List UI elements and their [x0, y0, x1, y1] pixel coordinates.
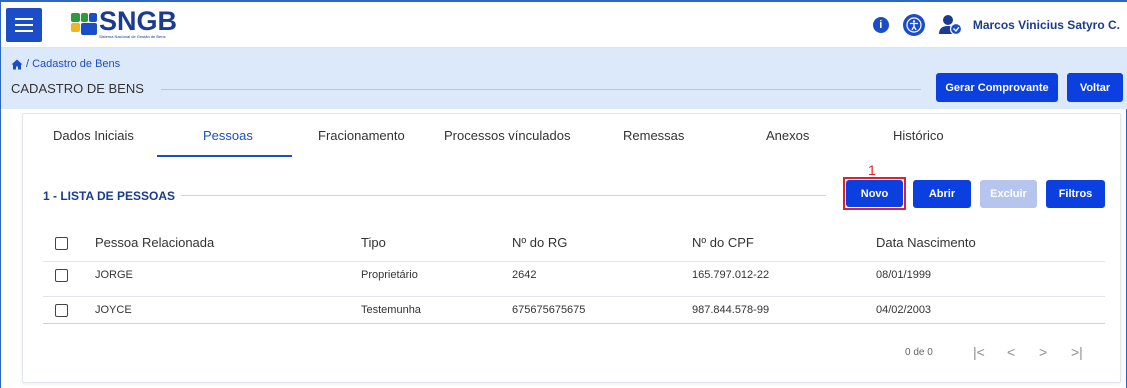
tab-fracionamento[interactable]: Fracionamento — [318, 128, 405, 143]
title-divider — [161, 89, 921, 90]
last-page-button[interactable]: >| — [1071, 344, 1083, 360]
gerar-comprovante-button[interactable]: Gerar Comprovante — [936, 73, 1058, 102]
cell-data-nascimento: 08/01/1999 — [876, 269, 932, 281]
cell-rg: 2642 — [512, 269, 537, 281]
cell-cpf: 987.844.578-99 — [692, 304, 770, 316]
cell-rg: 675675675675 — [512, 304, 586, 316]
menu-icon[interactable] — [6, 8, 42, 42]
annotation-marker: 1 — [868, 162, 876, 178]
next-page-button[interactable]: > — [1039, 344, 1047, 360]
row-checkbox[interactable] — [55, 269, 68, 282]
previous-page-button[interactable]: < — [1007, 344, 1015, 360]
cell-pessoa: JOYCE — [95, 304, 132, 316]
user-avatar-icon[interactable] — [938, 14, 963, 36]
tab-anexos[interactable]: Anexos — [766, 128, 809, 143]
info-icon[interactable]: i — [872, 17, 889, 33]
accessibility-icon[interactable] — [902, 14, 925, 36]
voltar-button[interactable]: Voltar — [1067, 73, 1123, 102]
column-header-cpf[interactable]: Nº do CPF — [692, 235, 754, 250]
first-page-button[interactable]: |< — [973, 344, 985, 360]
user-name[interactable]: Marcos Vinicius Satyro C. — [973, 18, 1120, 32]
breadcrumb-link-cadastro[interactable]: / Cadastro de Bens — [26, 58, 120, 70]
tab-remessas[interactable]: Remessas — [623, 128, 684, 143]
page-title: CADASTRO DE BENS — [11, 81, 144, 96]
logo-title: SNGB — [99, 6, 178, 36]
breadcrumb: / Cadastro de Bens — [11, 58, 120, 70]
home-icon[interactable] — [11, 59, 23, 70]
column-header-data-nascimento[interactable]: Data Nascimento — [876, 235, 976, 250]
excluir-button[interactable]: Excluir — [980, 180, 1037, 208]
cell-data-nascimento: 04/02/2003 — [876, 304, 932, 316]
cell-cpf: 165.797.012-22 — [692, 269, 770, 281]
novo-button[interactable]: Novo — [846, 180, 903, 207]
tab-dados-iniciais[interactable]: Dados Iniciais — [53, 128, 134, 143]
table-header: Pessoa Relacionada Tipo Nº do RG Nº do C… — [43, 229, 1105, 257]
tab-historico[interactable]: Histórico — [893, 128, 944, 143]
page-header: / Cadastro de Bens CADASTRO DE BENS Gera… — [1, 48, 1127, 109]
select-all-checkbox[interactable] — [55, 237, 68, 250]
top-bar: SNGB Sistema Nacional de Gestão de Bens … — [1, 0, 1127, 48]
column-header-rg[interactable]: Nº do RG — [512, 235, 567, 250]
table-row[interactable]: JOYCE Testemunha 675675675675 987.844.57… — [43, 296, 1105, 324]
active-tab-indicator — [157, 155, 292, 157]
logo-mark-icon — [71, 11, 97, 37]
column-header-pessoa[interactable]: Pessoa Relacionada — [95, 235, 214, 250]
section-title: 1 - LISTA DE PESSOAS — [43, 189, 176, 203]
pagination-label: 0 de 0 — [905, 347, 933, 358]
tab-processos-vinculados[interactable]: Processos vínculados — [444, 128, 570, 143]
column-header-tipo[interactable]: Tipo — [361, 235, 386, 250]
cell-pessoa: JORGE — [95, 269, 133, 281]
abrir-button[interactable]: Abrir — [913, 180, 971, 208]
tab-pessoas[interactable]: Pessoas — [203, 128, 253, 143]
table-row[interactable]: JORGE Proprietário 2642 165.797.012-22 0… — [43, 261, 1105, 289]
app-logo[interactable]: SNGB Sistema Nacional de Gestão de Bens — [71, 8, 177, 39]
logo-subtitle: Sistema Nacional de Gestão de Bens — [99, 34, 166, 39]
content-card: Dados Iniciais Pessoas Fracionamento Pro… — [22, 113, 1121, 383]
filtros-button[interactable]: Filtros — [1046, 180, 1105, 208]
row-checkbox[interactable] — [55, 304, 68, 317]
cell-tipo: Testemunha — [361, 304, 421, 316]
cell-tipo: Proprietário — [361, 269, 418, 281]
tab-bar: Dados Iniciais Pessoas Fracionamento Pro… — [23, 114, 1120, 158]
section-divider — [181, 195, 826, 196]
